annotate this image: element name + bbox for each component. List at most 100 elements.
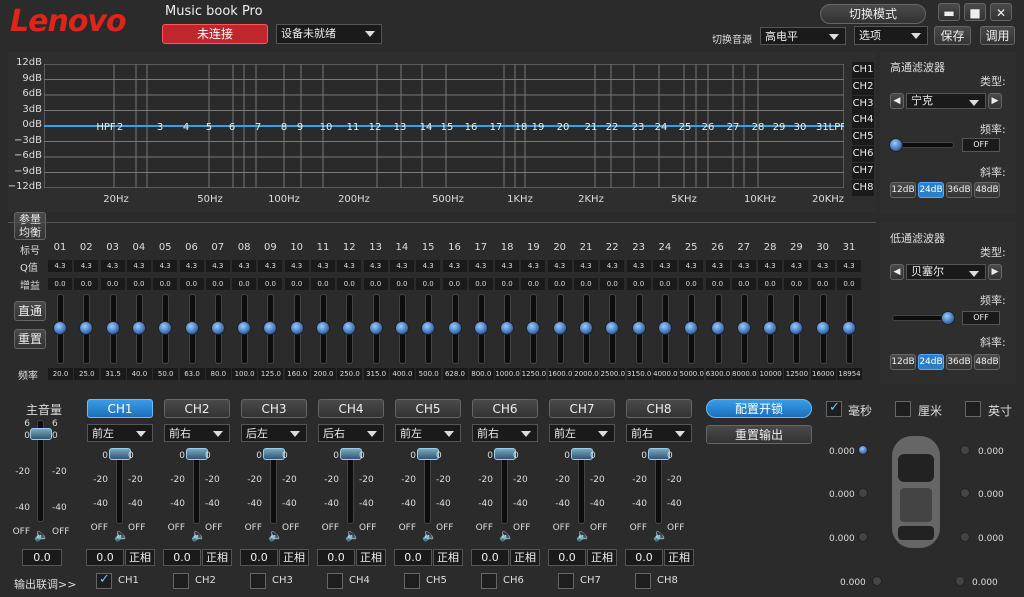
inch-checkbox[interactable]	[965, 401, 981, 417]
band-q[interactable]: 4.3	[48, 260, 72, 272]
eq-point-label[interactable]: 22	[606, 122, 619, 133]
band-gain[interactable]: 0.0	[784, 278, 809, 290]
band-freq[interactable]: 315.0	[363, 368, 389, 380]
band-knob[interactable]	[631, 321, 646, 335]
master-value[interactable]: 0.0	[22, 549, 62, 566]
band-gain[interactable]: 0.0	[521, 278, 546, 290]
link-checkbox-ch6[interactable]	[481, 573, 497, 589]
band-q[interactable]: 4.3	[205, 260, 230, 272]
eq-point-label[interactable]: 4	[183, 122, 189, 133]
ms-checkbox[interactable]	[826, 400, 842, 417]
band-gain[interactable]: 0.0	[731, 278, 756, 290]
band-knob[interactable]	[657, 321, 672, 335]
band-gain[interactable]: 0.0	[758, 278, 783, 290]
band-knob[interactable]	[131, 321, 146, 335]
band-knob[interactable]	[210, 321, 225, 335]
band-q[interactable]: 4.3	[311, 260, 335, 272]
band-freq[interactable]: 500.0	[416, 368, 442, 380]
band-freq[interactable]: 50.0	[153, 368, 179, 380]
speaker-icon[interactable]: 🔈	[345, 528, 360, 542]
band-knob[interactable]	[289, 321, 304, 335]
band-q[interactable]: 4.3	[179, 260, 204, 272]
band-freq[interactable]: 6300.0	[705, 368, 731, 380]
link-checkbox-ch4[interactable]	[327, 573, 343, 589]
link-checkbox-ch5[interactable]	[404, 573, 420, 589]
eq-point-label[interactable]: 10	[320, 122, 333, 133]
eq-point-label[interactable]: 5	[206, 122, 212, 133]
output-value[interactable]: 0.0	[317, 549, 355, 566]
band-q[interactable]: 4.3	[232, 260, 257, 272]
band-freq[interactable]: 3150.0	[626, 368, 652, 380]
band-gain[interactable]: 0.0	[416, 278, 441, 290]
delay-bottom-left[interactable]: 0.000	[840, 578, 866, 588]
band-knob[interactable]	[53, 321, 67, 335]
band-q[interactable]: 4.3	[521, 260, 546, 272]
phase-button[interactable]: 正相	[202, 549, 232, 566]
eq-point-label[interactable]: 3	[157, 122, 163, 133]
eq-point-label[interactable]: 6	[229, 122, 235, 133]
output-value[interactable]: 0.0	[625, 549, 663, 566]
delay-left-2-knob[interactable]	[858, 488, 868, 498]
phase-button[interactable]: 正相	[664, 549, 694, 566]
band-knob[interactable]	[158, 321, 173, 335]
band-freq[interactable]: 2000.0	[574, 368, 599, 380]
lp-slope-12dB[interactable]: 12dB	[890, 354, 916, 370]
output-ch5-button[interactable]: CH5	[395, 399, 461, 418]
delay-bottom-left-knob[interactable]	[872, 576, 882, 586]
band-freq[interactable]: 1600.0	[547, 368, 573, 380]
band-freq[interactable]: 1000.0	[495, 368, 521, 380]
band-q[interactable]: 4.3	[363, 260, 388, 272]
band-freq[interactable]: 40.0	[126, 368, 152, 380]
hp-freq-knob[interactable]	[889, 138, 903, 152]
band-gain[interactable]: 0.0	[179, 278, 204, 290]
band-q[interactable]: 4.3	[416, 260, 441, 272]
band-q[interactable]: 4.3	[442, 260, 467, 272]
output-position-select[interactable]: 前左	[395, 424, 461, 442]
hp-next-button[interactable]: ▶	[988, 93, 1002, 109]
phase-button[interactable]: 正相	[125, 549, 155, 566]
band-knob[interactable]	[105, 321, 120, 335]
close-button[interactable]: ✕	[990, 3, 1012, 21]
band-freq[interactable]: 250.0	[337, 368, 363, 380]
eq-channel-5[interactable]: CH5	[852, 129, 874, 146]
eq-point-label[interactable]: 27	[727, 122, 740, 133]
band-freq[interactable]: 25.0	[74, 368, 100, 380]
band-gain[interactable]: 0.0	[153, 278, 178, 290]
band-gain[interactable]: 0.0	[232, 278, 257, 290]
eq-point-label[interactable]: 13	[394, 122, 407, 133]
band-knob[interactable]	[473, 321, 488, 335]
band-knob[interactable]	[421, 321, 436, 335]
band-q[interactable]: 4.3	[810, 260, 835, 272]
hp-prev-button[interactable]: ◀	[890, 93, 904, 109]
band-gain[interactable]: 0.0	[100, 278, 125, 290]
band-gain[interactable]: 0.0	[495, 278, 520, 290]
band-q[interactable]: 4.3	[784, 260, 809, 272]
band-knob[interactable]	[316, 321, 330, 335]
output-position-select[interactable]: 前左	[87, 424, 153, 442]
band-q[interactable]: 4.3	[100, 260, 125, 272]
delay-right-3[interactable]: 0.000	[978, 534, 1004, 544]
link-checkbox-ch8[interactable]	[635, 573, 651, 589]
band-gain[interactable]: 0.0	[311, 278, 335, 290]
eq-point-label[interactable]: 20	[557, 122, 570, 133]
output-ch1-button[interactable]: CH1	[87, 399, 153, 418]
options-select[interactable]: 选项	[854, 26, 928, 45]
band-knob[interactable]	[237, 321, 252, 335]
band-knob[interactable]	[500, 321, 515, 335]
eq-channel-3[interactable]: CH3	[852, 95, 874, 112]
eq-point-label[interactable]: 25	[679, 122, 692, 133]
link-checkbox-ch7[interactable]	[558, 573, 574, 589]
band-q[interactable]: 4.3	[837, 260, 861, 272]
band-gain[interactable]: 0.0	[442, 278, 467, 290]
hp-slope-24dB[interactable]: 24dB	[918, 182, 944, 198]
speaker-icon[interactable]: 🔈	[114, 528, 129, 542]
hp-slope-12dB[interactable]: 12dB	[890, 182, 916, 198]
band-q[interactable]: 4.3	[731, 260, 756, 272]
band-gain[interactable]: 0.0	[48, 278, 72, 290]
connection-status[interactable]: 未连接	[162, 24, 268, 44]
band-q[interactable]: 4.3	[705, 260, 730, 272]
band-gain[interactable]: 0.0	[574, 278, 598, 290]
band-freq[interactable]: 63.0	[179, 368, 205, 380]
band-q[interactable]: 4.3	[258, 260, 283, 272]
band-freq[interactable]: 160.0	[284, 368, 310, 380]
